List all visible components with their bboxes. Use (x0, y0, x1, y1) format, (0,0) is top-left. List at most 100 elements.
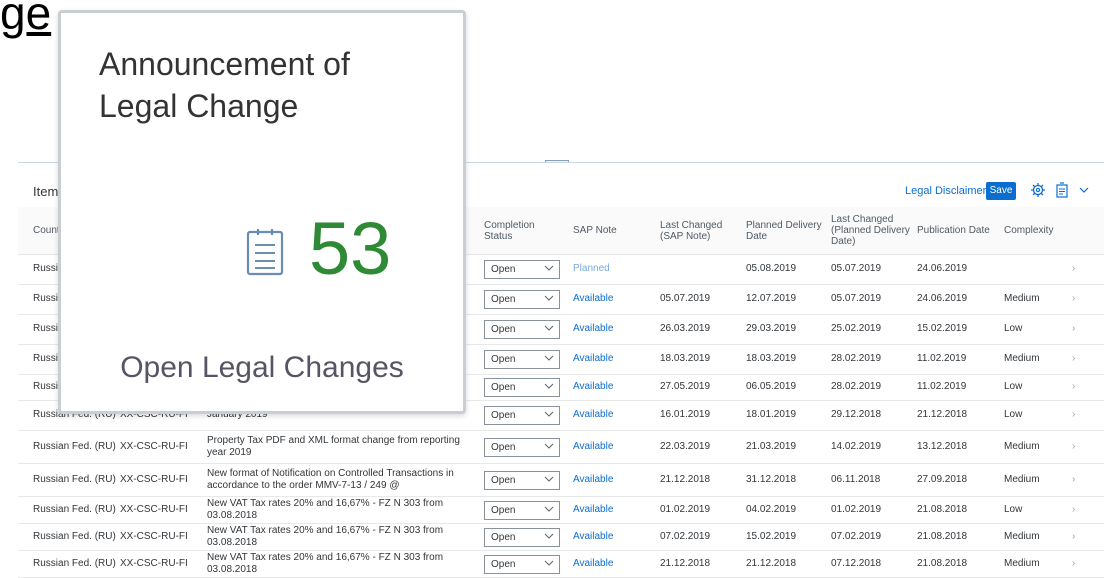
cell-publication-date: 21.08.2018 (917, 503, 968, 515)
sap-note-link[interactable]: Planned (573, 254, 643, 284)
row-navigation-icon[interactable]: › (1072, 463, 1084, 496)
cell-description: New VAT Tax rates 20% and 16,67% - FZ N … (207, 551, 444, 575)
table-row[interactable]: Russian Fed. (RU) XX-CSC-RU-FI New VAT Tax… (18, 496, 1104, 524)
cell-description: Property Tax PDF and XML format change f… (207, 434, 460, 458)
save-button[interactable]: Save (986, 182, 1016, 200)
sap-note-link[interactable]: Available (573, 374, 643, 400)
sap-note-link[interactable]: Available (573, 430, 643, 463)
cell-publication-date: 13.12.2018 (917, 440, 968, 452)
cell-last-changed-sap-note: 16.01.2019 (660, 409, 711, 420)
chevron-down-icon (544, 411, 554, 417)
column-header-publication-date[interactable]: Publication Date (917, 207, 997, 254)
completion-status-value: Open (491, 474, 516, 486)
sap-note-link[interactable]: Available (573, 400, 643, 430)
completion-status-value: Open (491, 558, 516, 570)
cell-complexity: Medium (1004, 530, 1040, 542)
column-header-complexity[interactable]: Complexity (1004, 207, 1074, 254)
completion-status-value: Open (491, 294, 516, 305)
column-header-planned-delivery-date[interactable]: Planned Delivery Date (746, 207, 826, 254)
cell-complexity: Medium (1004, 440, 1040, 452)
announcement-tile[interactable]: Announcement of Legal Change 53 Open Leg… (58, 10, 466, 414)
cell-last-changed-sap-note: 21.12.2018 (660, 557, 711, 569)
cell-planned-delivery-date: 15.02.2019 (746, 530, 797, 542)
column-header-sap-note[interactable]: SAP Note (573, 207, 643, 254)
cell-planned-delivery-date: 21.03.2019 (746, 440, 797, 452)
cell-last-changed-sap-note: 27.05.2019 (660, 381, 711, 392)
tile-title: Announcement of Legal Change (99, 46, 350, 124)
cell-last-changed-planned-delivery: 07.02.2019 (831, 530, 882, 542)
completion-status-select[interactable]: Open (484, 406, 560, 425)
cell-planned-delivery-date: 18.03.2019 (746, 353, 797, 364)
chevron-down-icon (544, 533, 554, 539)
row-navigation-icon[interactable]: › (1072, 254, 1084, 284)
row-navigation-icon[interactable]: › (1072, 374, 1084, 400)
sap-note-link[interactable]: Available (573, 550, 643, 577)
legal-disclaimer-link[interactable]: Legal Disclaimer (905, 185, 986, 197)
chevron-down-icon (544, 355, 554, 361)
gear-icon[interactable] (1030, 182, 1046, 198)
row-navigation-icon[interactable]: › (1072, 284, 1084, 314)
cell-publication-date: 21.12.2018 (917, 409, 968, 420)
slide-heading: ge (0, 0, 52, 39)
cell-last-changed-sap-note: 18.03.2019 (660, 353, 711, 364)
completion-status-select[interactable]: Open (484, 350, 560, 369)
row-navigation-icon[interactable]: › (1072, 523, 1084, 550)
column-header-completion-status[interactable]: Completion Status (484, 207, 554, 254)
cell-last-changed-planned-delivery: 25.02.2019 (831, 323, 882, 334)
cell-description: New VAT Tax rates 20% and 16,67% - FZ N … (207, 497, 444, 521)
row-navigation-icon[interactable]: › (1072, 430, 1084, 463)
chevron-down-icon[interactable] (1078, 182, 1090, 198)
cell-complexity: Low (1004, 503, 1023, 515)
completion-status-select[interactable]: Open (484, 554, 560, 574)
row-navigation-icon[interactable]: › (1072, 496, 1084, 523)
sap-note-link[interactable]: Available (573, 314, 643, 344)
column-header-last-changed-planned-delivery[interactable]: Last Changed (Planned Delivery Date) (831, 207, 916, 254)
column-header-last-changed-sap-note[interactable]: Last Changed (SAP Note) (660, 207, 730, 254)
cell-component: XX-CSC-RU-FI (120, 557, 188, 569)
completion-status-select[interactable]: Open (484, 437, 560, 457)
cell-last-changed-sap-note: 05.07.2019 (660, 293, 711, 304)
cell-component: XX-CSC-RU-FI (120, 503, 188, 515)
row-navigation-icon[interactable]: › (1072, 314, 1084, 344)
cell-description: New format of Notification on Controlled… (207, 467, 454, 491)
cell-last-changed-planned-delivery: 14.02.2019 (831, 440, 882, 452)
completion-status-select[interactable]: Open (484, 470, 560, 490)
sap-note-link[interactable]: Available (573, 284, 643, 314)
cell-publication-date: 11.02.2019 (917, 353, 967, 364)
cell-publication-date: 27.09.2018 (917, 473, 968, 485)
row-navigation-icon[interactable]: › (1072, 400, 1084, 430)
row-navigation-icon[interactable]: › (1072, 344, 1084, 374)
cell-last-changed-sap-note: 22.03.2019 (660, 440, 711, 452)
clipboard-list-icon (246, 229, 284, 276)
cell-country: Russian Fed. (RU) (33, 503, 116, 515)
completion-status-select[interactable]: Open (484, 378, 560, 397)
completion-status-select[interactable]: Open (484, 500, 560, 520)
completion-status-select[interactable]: Open (484, 260, 560, 279)
completion-status-select[interactable]: Open (484, 320, 560, 339)
cell-planned-delivery-date: 29.03.2019 (746, 323, 797, 334)
cell-last-changed-sap-note: 07.02.2019 (660, 530, 711, 542)
cell-last-changed-planned-delivery: 05.07.2019 (831, 263, 882, 274)
completion-status-select[interactable]: Open (484, 290, 560, 309)
cell-last-changed-sap-note: 21.12.2018 (660, 473, 711, 485)
sap-note-link[interactable]: Available (573, 496, 643, 523)
sap-note-link[interactable]: Available (573, 463, 643, 496)
cell-last-changed-planned-delivery: 01.02.2019 (831, 503, 882, 515)
table-row[interactable]: Russian Fed. (RU) XX-CSC-RU-FI Property Ta… (18, 430, 1104, 464)
table-row[interactable]: Russian Fed. (RU) XX-CSC-RU-FI New format … (18, 463, 1104, 497)
table-row[interactable]: Russian Fed. (RU) XX-CSC-RU-FI New VAT Tax… (18, 523, 1104, 551)
row-navigation-icon[interactable]: › (1072, 550, 1084, 577)
table-row[interactable]: Russian Fed. (RU) XX-CSC-RU-FI New VAT Tax… (18, 550, 1104, 578)
cell-last-changed-sap-note (660, 254, 730, 284)
cell-country: Russian Fed. (RU) (33, 530, 116, 542)
sap-note-link[interactable]: Available (573, 523, 643, 550)
cell-planned-delivery-date: 06.05.2019 (746, 381, 797, 392)
cell-last-changed-planned-delivery: 28.02.2019 (831, 381, 882, 392)
export-icon[interactable] (1054, 182, 1070, 198)
sap-note-link[interactable]: Available (573, 344, 643, 374)
completion-status-select[interactable]: Open (484, 527, 560, 547)
cell-last-changed-planned-delivery: 07.12.2018 (831, 557, 882, 569)
cell-country: Russian Fed. (RU) (33, 473, 116, 485)
cell-last-changed-sap-note: 01.02.2019 (660, 503, 711, 515)
cell-planned-delivery-date: 05.08.2019 (746, 263, 797, 274)
